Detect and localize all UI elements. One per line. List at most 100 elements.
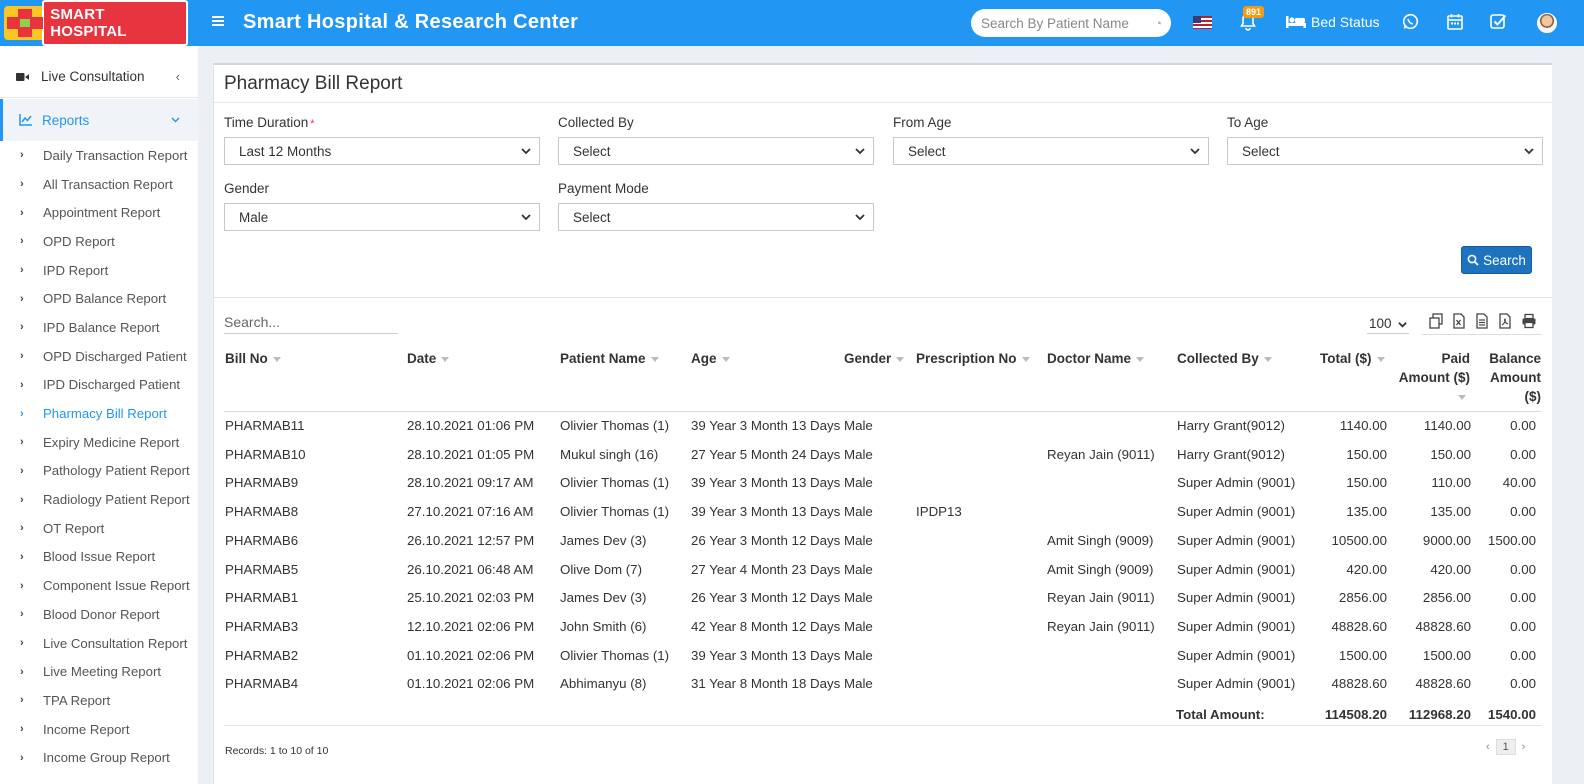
sidebar-subitem[interactable]: › IPD Balance Report — [0, 313, 198, 342]
table-cell-date: 01.10.2021 02:06 PM — [407, 676, 535, 692]
table-cell-patient: Olivier Thomas (1) — [560, 647, 670, 663]
sidebar-subitem[interactable]: › IPD Report — [0, 256, 198, 285]
table-row[interactable]: PHARMAB3 12.10.2021 02:06 PM John Smith (6… — [214, 614, 1553, 643]
table-row[interactable]: PHARMAB9 28.10.2021 09:17 AM Olivier Thoma… — [214, 470, 1553, 499]
table-row[interactable]: PHARMAB2 01.10.2021 02:06 PM Olivier Thoma… — [214, 643, 1553, 672]
chevron-right-icon: › — [20, 550, 24, 563]
sidebar-subitem[interactable]: › Daily Transaction Report — [0, 141, 198, 170]
table-row[interactable]: PHARMAB11 28.10.2021 01:06 PM Olivier Thom… — [214, 413, 1553, 442]
to-age-select[interactable]: Select — [1227, 137, 1543, 165]
table-cell-gender: Male — [844, 561, 873, 577]
chevron-right-icon: › — [20, 407, 24, 420]
column-header-paid-amount[interactable]: Paid Amount ($) — [1384, 349, 1470, 406]
chevron-right-icon: › — [20, 264, 24, 277]
sidebar-item-label: Reports — [42, 112, 90, 128]
sidebar-subitem[interactable]: › Income Group Report — [0, 743, 198, 772]
bed-status-link[interactable]: Bed Status — [1286, 14, 1380, 30]
chevron-down-icon — [1398, 322, 1407, 328]
sidebar-subitem[interactable]: › All Transaction Report — [0, 170, 198, 199]
excel-file-icon[interactable] — [1451, 313, 1467, 329]
search-button[interactable]: Search — [1461, 246, 1532, 274]
column-header-date[interactable]: Date — [407, 349, 450, 368]
page-length-select[interactable]: 100 — [1367, 314, 1409, 334]
menu-toggle-icon[interactable] — [212, 12, 226, 33]
us-flag-icon[interactable] — [1193, 16, 1212, 29]
table-row[interactable]: PHARMAB4 01.10.2021 02:06 PM Abhimanyu (8)… — [214, 671, 1553, 700]
gender-select[interactable]: Male — [224, 203, 540, 231]
column-header-gender[interactable]: Gender — [844, 349, 905, 368]
sidebar-subitem[interactable]: › Component Issue Report — [0, 571, 198, 600]
patient-search-input[interactable] — [981, 15, 1158, 31]
column-header-doctor-name[interactable]: Doctor Name — [1047, 349, 1145, 368]
column-header-balance-amount[interactable]: Balance Amount ($) — [1479, 349, 1541, 406]
sidebar-subitem-label: OPD Discharged Patient — [43, 348, 187, 364]
table-row[interactable]: PHARMAB8 27.10.2021 07:16 AM Olivier Thoma… — [214, 499, 1553, 528]
table-row[interactable]: PHARMAB5 26.10.2021 06:48 AM Olive Dom (7)… — [214, 557, 1553, 586]
sidebar-item-live-consultation[interactable]: Live Consultation ‹ — [0, 56, 198, 98]
sidebar-subitem[interactable]: › Live Consultation Report — [0, 629, 198, 658]
print-icon[interactable] — [1521, 313, 1537, 329]
payment-mode-select[interactable]: Select — [558, 203, 874, 231]
table-cell-balance: 0.00 — [1510, 418, 1536, 433]
sidebar-subitem[interactable]: › Radiology Patient Report — [0, 485, 198, 514]
sidebar-subitem[interactable]: › OT Report — [0, 514, 198, 543]
search-icon[interactable] — [1158, 15, 1161, 31]
column-header-prescription-no[interactable]: Prescription No — [916, 349, 1030, 368]
sidebar-subitem[interactable]: › Live Meeting Report — [0, 657, 198, 686]
sidebar-subitem[interactable]: › Pathology Patient Report — [0, 457, 198, 486]
total-amount-paid: 112968.20 — [1408, 707, 1471, 722]
table-cell-paid: 110.00 — [1431, 475, 1471, 491]
time-duration-select[interactable]: Last 12 Months — [224, 137, 540, 165]
chevron-right-icon[interactable]: › — [1522, 741, 1526, 753]
table-cell-total: 10500.00 — [1331, 532, 1387, 548]
calendar-icon[interactable] — [1447, 13, 1463, 33]
table-row[interactable]: PHARMAB1 25.10.2021 02:03 PM James Dev (3)… — [214, 585, 1553, 614]
chevron-left-icon: ‹ — [175, 69, 180, 84]
table-cell-paid: 2856.00 — [1422, 590, 1471, 606]
copy-icon[interactable] — [1428, 313, 1444, 329]
table-row[interactable]: PHARMAB6 26.10.2021 12:57 PM James Dev (3)… — [214, 528, 1553, 557]
table-search-input[interactable]: Search... — [224, 314, 398, 334]
user-avatar[interactable] — [1537, 13, 1557, 33]
sidebar-subitem[interactable]: › Appointment Report — [0, 198, 198, 227]
sidebar-subitem[interactable]: › OPD Discharged Patient — [0, 342, 198, 371]
sidebar-subitem[interactable]: › Blood Issue Report — [0, 543, 198, 572]
pdf-file-icon[interactable] — [1497, 313, 1513, 329]
sidebar-subitem[interactable]: › Pharmacy Bill Report — [0, 399, 198, 428]
divider — [214, 102, 1552, 103]
table-cell-patient: Olivier Thomas (1) — [560, 504, 670, 520]
page-button[interactable]: 1 — [1495, 739, 1516, 755]
chevron-left-icon[interactable]: ‹ — [1486, 741, 1490, 753]
sidebar-subitem[interactable]: › IPD Discharged Patient — [0, 371, 198, 400]
column-header-age[interactable]: Age — [691, 349, 730, 368]
sidebar-subitem[interactable]: › Income Report — [0, 715, 198, 744]
table-cell-gender: Male — [844, 446, 873, 462]
table-cell-total: 150.00 — [1346, 446, 1387, 462]
csv-file-icon[interactable] — [1474, 313, 1490, 329]
table-cell-date: 12.10.2021 02:06 PM — [407, 618, 535, 634]
table-row[interactable]: PHARMAB10 28.10.2021 01:05 PM Mukul singh … — [214, 442, 1553, 471]
sidebar-subitem[interactable]: › Expiry Medicine Report — [0, 428, 198, 457]
task-check-icon[interactable] — [1490, 13, 1508, 33]
column-header-total[interactable]: Total ($) — [1320, 349, 1385, 368]
sidebar-item-reports[interactable]: Reports — [0, 99, 198, 141]
table-cell-balance: 0.00 — [1510, 504, 1536, 520]
sidebar-subitem[interactable]: › OPD Report — [0, 227, 198, 256]
collected-by-select[interactable]: Select — [558, 137, 874, 165]
app-logo[interactable]: SMART HOSPITAL — [4, 0, 188, 46]
sidebar-subitem-label: Component Issue Report — [43, 578, 190, 594]
sidebar-subitem-label: OPD Balance Report — [43, 291, 167, 307]
table-cell-gender: Male — [844, 590, 873, 606]
column-header-patient-name[interactable]: Patient Name — [560, 349, 659, 368]
column-header-bill-no[interactable]: Bill No — [225, 349, 281, 368]
sidebar-subitem[interactable]: › OPD Balance Report — [0, 284, 198, 313]
table-cell-total: 150.00 — [1346, 475, 1387, 491]
whatsapp-icon[interactable] — [1402, 13, 1419, 33]
sidebar-subitem[interactable]: › TPA Report — [0, 686, 198, 715]
from-age-select[interactable]: Select — [893, 137, 1209, 165]
sidebar-subitem-label: Blood Issue Report — [43, 549, 156, 565]
table-cell-date: 26.10.2021 06:48 AM — [407, 561, 534, 577]
sidebar-subitem[interactable]: › Blood Donor Report — [0, 600, 198, 629]
column-header-collected-by[interactable]: Collected By — [1177, 349, 1272, 368]
sidebar-subitem-label: Blood Donor Report — [43, 606, 160, 622]
